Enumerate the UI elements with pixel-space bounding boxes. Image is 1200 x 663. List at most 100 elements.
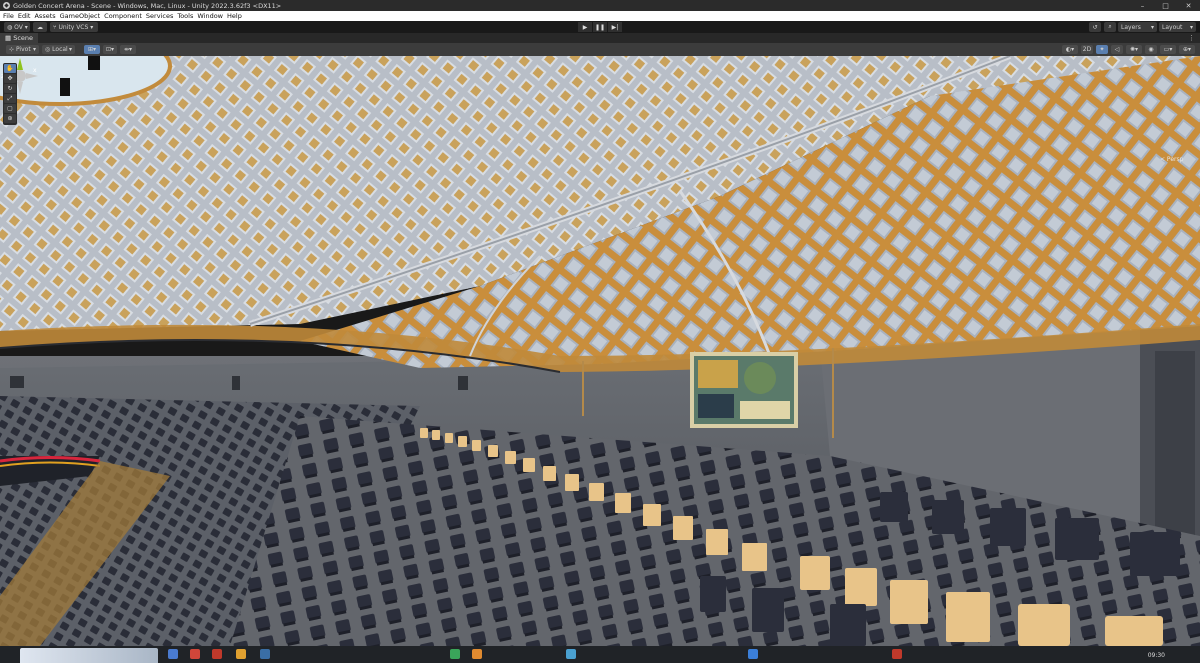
menu-gameobject[interactable]: GameObject [60, 12, 101, 20]
tool-palette: ✋ ✥ ↻ ⤢ ▢ ⊛ [3, 63, 17, 125]
transform-tool-button[interactable]: ⊛ [4, 114, 16, 123]
move-tool-button[interactable]: ✥ [4, 74, 16, 83]
lightbulb-icon: ✦ [1099, 46, 1105, 53]
account-dropdown[interactable]: ◍ OV ▾ [4, 22, 30, 32]
window-controls: – □ ✕ [1131, 0, 1200, 11]
layout-dropdown[interactable]: Layout ▾ [1159, 22, 1196, 32]
effects-dropdown[interactable]: ✺▾ [1126, 45, 1142, 54]
perspective-toggle[interactable]: < Persp [1160, 156, 1183, 163]
playmode-controls: ▶ ❚❚ ▶| [578, 22, 623, 32]
grid-visibility-button[interactable]: ⊡▾ [103, 45, 117, 54]
pivot-icon: ⊹ [9, 46, 16, 53]
grid-visibility-icon: ⊡▾ [105, 46, 115, 53]
toggle-2d-button[interactable]: 2D [1081, 45, 1093, 54]
increment-snap-button[interactable]: ⇹▾ [120, 45, 136, 54]
gizmos-dropdown[interactable]: ⊕▾ [1179, 45, 1195, 54]
grid-icon: ⊞▾ [87, 46, 97, 53]
cloud-button[interactable]: ☁ [33, 22, 47, 32]
menu-tools[interactable]: Tools [177, 12, 193, 20]
taskbar-app-icon[interactable] [190, 649, 200, 659]
mode-2d-label: 2D [1082, 46, 1092, 53]
local-icon: ◎ [45, 46, 53, 53]
audio-toggle[interactable]: ◁ [1111, 45, 1123, 54]
pause-button[interactable]: ❚❚ [593, 22, 607, 32]
rect-tool-button[interactable]: ▢ [4, 104, 16, 113]
maximize-button[interactable]: □ [1154, 0, 1177, 11]
scene-viewport[interactable]: z x < Persp [0, 56, 1200, 646]
os-taskbar: 09:30 [0, 646, 1200, 663]
taskbar-app-icon[interactable] [472, 649, 482, 659]
move-icon: ✥ [7, 75, 13, 82]
transform-icon: ⊛ [7, 115, 13, 122]
minimize-button[interactable]: – [1131, 0, 1154, 11]
taskbar-app-icon[interactable] [236, 649, 246, 659]
account-icon: ◍ [7, 23, 15, 31]
camera-settings-dropdown[interactable]: ▭▾ [1160, 45, 1176, 54]
menu-help[interactable]: Help [227, 12, 242, 20]
grid-snap-button[interactable]: ⊞▾ [84, 45, 100, 54]
menu-file[interactable]: File [3, 12, 14, 20]
taskbar-app-icon[interactable] [212, 649, 222, 659]
speaker-icon: ◁ [1114, 46, 1120, 53]
scene-icon: ▦ [5, 34, 14, 42]
version-control-dropdown[interactable]: ⑂ Unity VCS ▾ [50, 22, 98, 32]
local-label: Local [52, 46, 68, 53]
camera-icon: ▭▾ [1163, 46, 1173, 53]
step-button[interactable]: ▶| [608, 22, 622, 32]
more-options-icon[interactable]: ⋮ [1188, 34, 1195, 42]
menu-window[interactable]: Window [197, 12, 223, 20]
scene-render [0, 56, 1200, 646]
neg-y-axis-cone[interactable] [17, 82, 23, 94]
history-button[interactable]: ↺ [1089, 22, 1101, 32]
chevron-down-icon: ▾ [32, 46, 36, 53]
taskbar-app-icon[interactable] [260, 649, 270, 659]
chevron-down-icon: ▾ [68, 46, 72, 53]
vcs-label: Unity VCS [58, 23, 89, 31]
rotate-icon: ↻ [7, 85, 13, 92]
menu-component[interactable]: Component [104, 12, 142, 20]
scale-icon: ⤢ [7, 94, 13, 102]
layout-label: Layout [1162, 23, 1183, 31]
layers-label: Layers [1121, 23, 1141, 31]
eye-icon: ◉ [1148, 46, 1154, 53]
rect-icon: ▢ [7, 105, 13, 112]
pivot-dropdown[interactable]: ⊹ Pivot ▾ [6, 45, 39, 54]
snap-icon: ⇹▾ [123, 46, 133, 53]
tab-scene[interactable]: ▦ Scene [0, 33, 39, 43]
lighting-toggle[interactable]: ✦ [1096, 45, 1108, 54]
close-button[interactable]: ✕ [1177, 0, 1200, 11]
rotate-tool-button[interactable]: ↻ [4, 84, 16, 93]
gizmos-icon: ⊕▾ [1182, 46, 1192, 53]
menu-bar: File Edit Assets GameObject Component Se… [0, 11, 1200, 21]
hand-tool-button[interactable]: ✋ [4, 64, 16, 73]
sphere-icon: ◐▾ [1065, 46, 1075, 53]
effects-icon: ✺▾ [1129, 46, 1139, 53]
play-button[interactable]: ▶ [578, 22, 592, 32]
menu-edit[interactable]: Edit [18, 12, 31, 20]
title-bar: Golden Concert Arena - Scene - Windows, … [0, 0, 1200, 11]
taskbar-app-icon[interactable] [892, 649, 902, 659]
scene-tab-bar: ▦ Scene ⋮ [0, 33, 1200, 43]
window-title: Golden Concert Arena - Scene - Windows, … [13, 1, 282, 10]
draw-mode-dropdown[interactable]: ◐▾ [1062, 45, 1078, 54]
pivot-label: Pivot [15, 46, 31, 53]
taskbar-app-icon[interactable] [450, 649, 460, 659]
taskbar-app-icon[interactable] [748, 649, 758, 659]
gizmo-x-label: x [33, 67, 37, 74]
local-dropdown[interactable]: ◎ Local ▾ [42, 45, 75, 54]
main-toolbar: ◍ OV ▾ ☁ ⑂ Unity VCS ▾ ▶ ❚❚ ▶| ↺ ⌕ Layer… [0, 21, 1200, 33]
scale-tool-button[interactable]: ⤢ [4, 94, 16, 103]
menu-assets[interactable]: Assets [34, 12, 55, 20]
account-label: OV [14, 23, 23, 31]
hidden-objects-toggle[interactable]: ◉ [1145, 45, 1157, 54]
y-axis-cone[interactable] [17, 58, 23, 70]
scene-toolbar: ⊹ Pivot ▾ ◎ Local ▾ ⊞▾ ⊡▾ ⇹▾ ◐▾ 2D ✦ ◁ ✺… [0, 43, 1200, 56]
chevron-down-icon: ▾ [88, 23, 94, 31]
layers-dropdown[interactable]: Layers ▾ [1118, 22, 1157, 32]
taskbar-app-icon[interactable] [566, 649, 576, 659]
search-icon: ⌕ [1108, 23, 1112, 30]
menu-services[interactable]: Services [146, 12, 173, 20]
taskbar-app-icon[interactable] [168, 649, 178, 659]
window-thumbnail[interactable] [20, 648, 158, 663]
search-button[interactable]: ⌕ [1104, 22, 1116, 32]
